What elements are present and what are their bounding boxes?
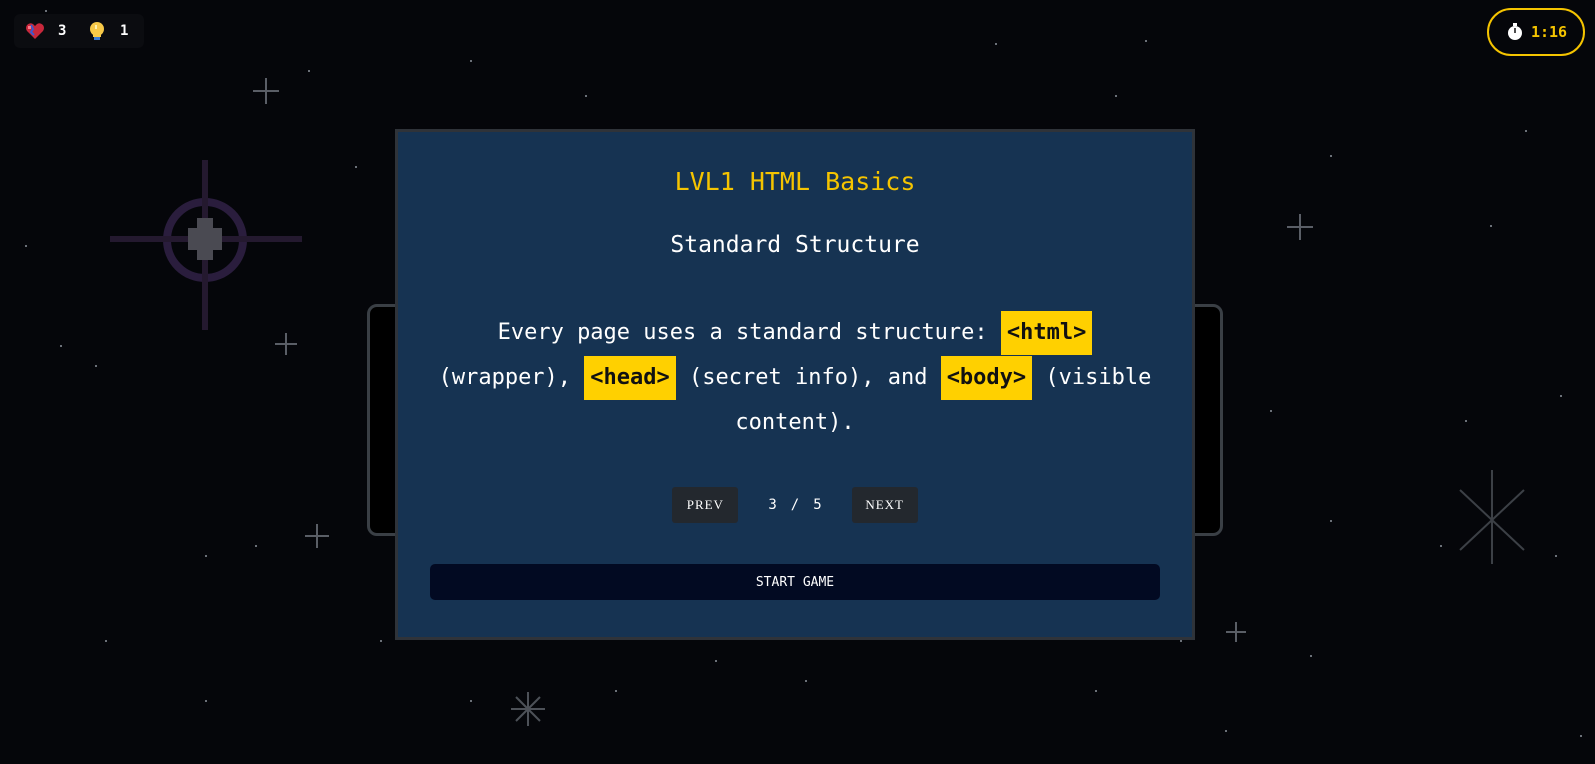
desc-text: (secret info), and	[675, 365, 941, 390]
lightbulb-icon	[90, 22, 104, 40]
stopwatch-icon	[1507, 23, 1522, 40]
hints-counter: 1	[86, 20, 134, 42]
prev-button[interactable]: PREV	[672, 487, 739, 523]
desc-text: Every page uses a standard structure:	[497, 320, 1001, 345]
slide-description: Every page uses a standard structure: <h…	[430, 310, 1160, 445]
slide-title: Standard Structure	[670, 232, 920, 258]
tutorial-panel: LVL1 HTML Basics Standard Structure Ever…	[395, 129, 1195, 640]
heart-icon	[26, 23, 44, 39]
hints-value: 1	[120, 23, 129, 39]
code-tag-body: <body>	[940, 356, 1033, 400]
total-pages: 5	[813, 497, 822, 513]
page-separator: /	[790, 497, 800, 513]
hud-stats: 3 1	[14, 14, 144, 48]
level-title: LVL1 HTML Basics	[674, 167, 916, 196]
lives-counter: 3	[24, 20, 72, 42]
timer-value: 1:16	[1530, 23, 1568, 41]
current-page: 3	[768, 497, 777, 513]
desc-text: (wrapper),	[438, 365, 585, 390]
start-game-button[interactable]: START GAME	[430, 564, 1160, 600]
page-indicator: 3 / 5	[768, 497, 821, 513]
lives-value: 3	[58, 23, 67, 39]
slide-pager: PREV 3 / 5 NEXT	[398, 487, 1192, 523]
code-tag-head: <head>	[584, 356, 676, 400]
timer: 1:16	[1487, 8, 1585, 56]
next-button[interactable]: NEXT	[851, 487, 918, 523]
code-tag-html: <html>	[1000, 311, 1093, 355]
